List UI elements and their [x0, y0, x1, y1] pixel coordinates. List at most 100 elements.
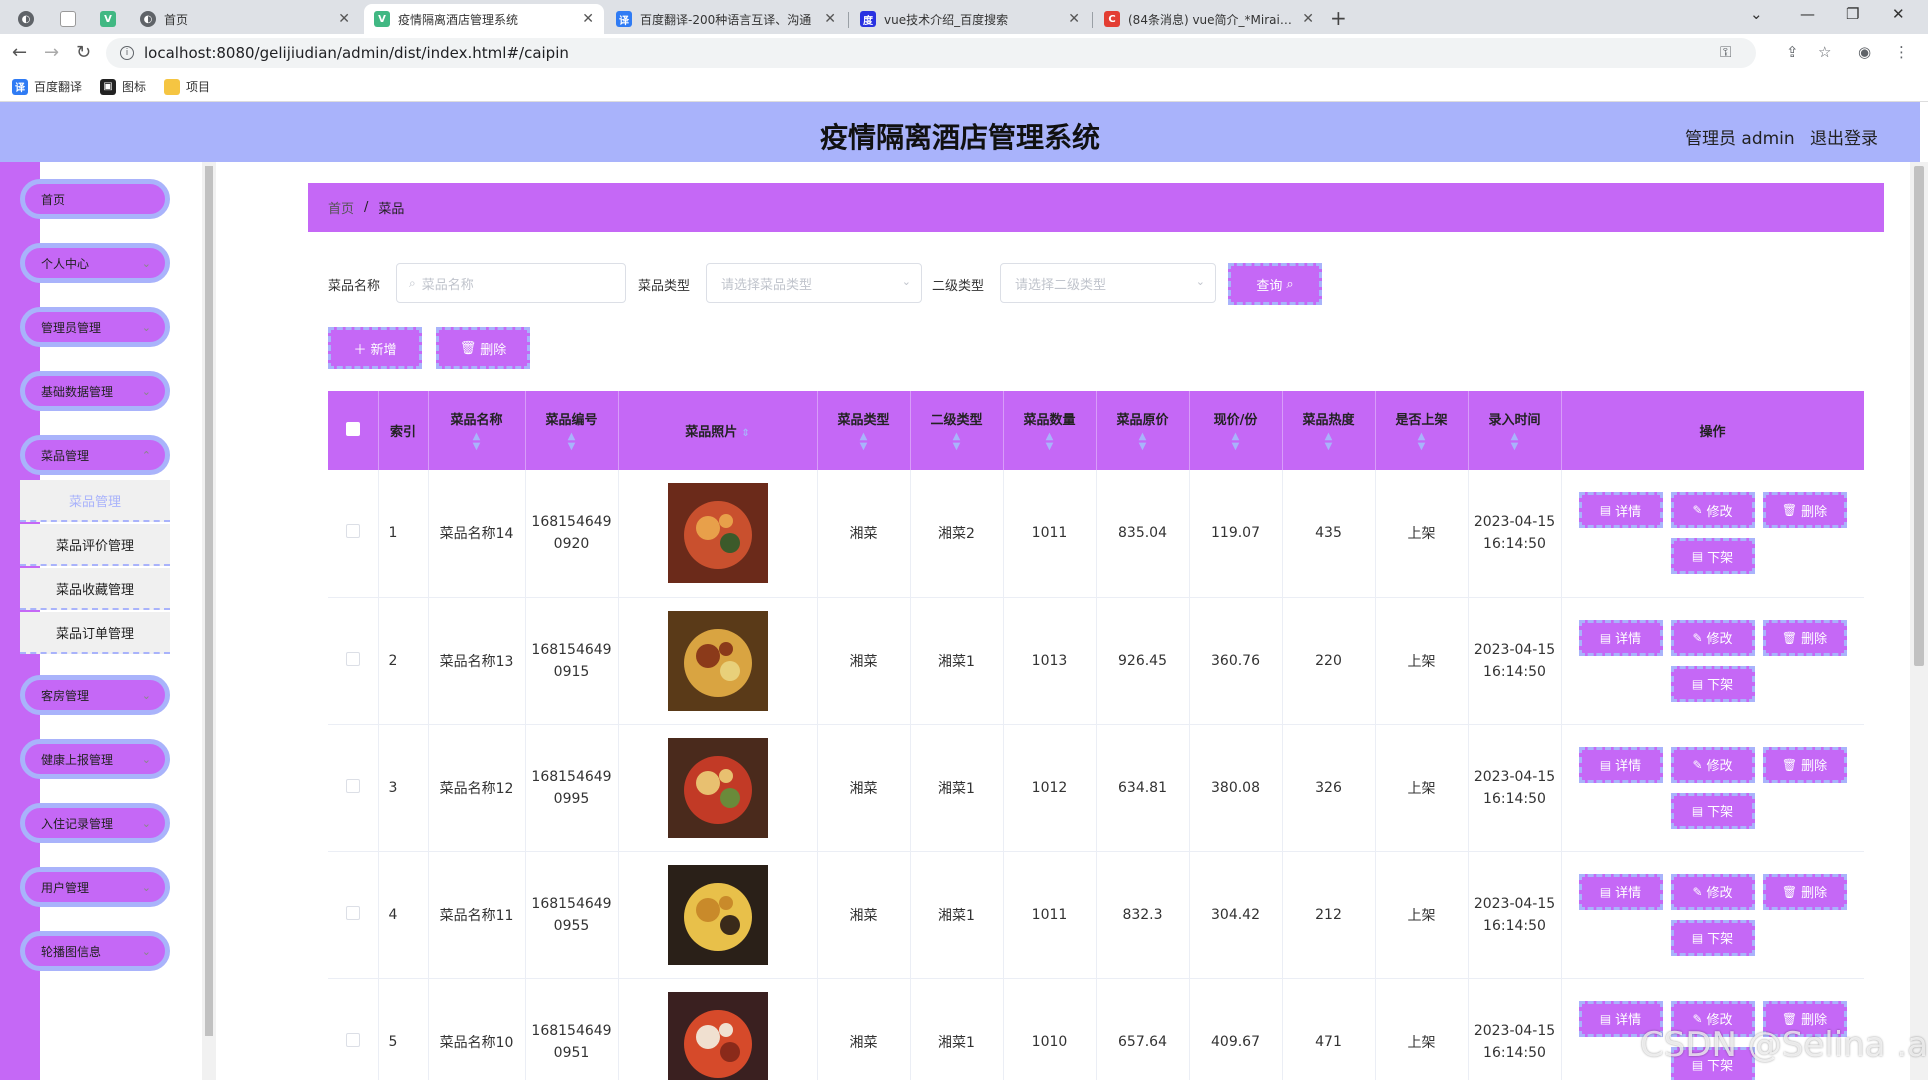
- forward-arrow-icon[interactable]: →: [44, 42, 59, 63]
- row-checkbox[interactable]: [345, 778, 360, 793]
- submenu-dish-review[interactable]: 菜品评价管理: [20, 524, 170, 566]
- sort-icon[interactable]: ▲ ▼: [1194, 432, 1278, 452]
- share-icon[interactable]: ⇪: [1786, 43, 1799, 61]
- sidebar-item-basic-data[interactable]: 基础数据管理 ⌄: [20, 371, 170, 411]
- sidebar-item-checkin[interactable]: 入住记录管理 ⌄: [20, 803, 170, 843]
- sidebar-item-home[interactable]: 首页: [20, 179, 170, 219]
- row-checkbox[interactable]: [345, 651, 360, 666]
- close-icon[interactable]: ✕: [582, 11, 594, 27]
- scrollbar-thumb[interactable]: [205, 166, 213, 1036]
- col-heat[interactable]: 菜品热度 ▲ ▼: [1282, 391, 1376, 470]
- col-subtype[interactable]: 二级类型 ▲ ▼: [910, 391, 1004, 470]
- col-type[interactable]: 菜品类型 ▲ ▼: [817, 391, 911, 470]
- col-price[interactable]: 现价/份 ▲ ▼: [1189, 391, 1283, 470]
- sort-icon[interactable]: ▲ ▼: [915, 432, 999, 452]
- restore-icon[interactable]: ❐: [1846, 5, 1859, 23]
- col-name[interactable]: 菜品名称 ▲ ▼: [428, 391, 526, 470]
- edit-button[interactable]: ✎ 修改: [1670, 492, 1755, 529]
- edit-button[interactable]: ✎ 修改: [1670, 619, 1755, 656]
- row-checkbox[interactable]: [345, 524, 360, 539]
- delete-button[interactable]: 🗑 删除: [1762, 619, 1847, 656]
- browser-tab-home[interactable]: ◐ 首页 ✕: [130, 4, 360, 34]
- dish-photo[interactable]: [667, 737, 768, 838]
- dish-photo[interactable]: [667, 483, 768, 584]
- col-shelf[interactable]: 是否上架 ▲ ▼: [1375, 391, 1469, 470]
- dish-photo[interactable]: [667, 864, 768, 965]
- row-select-cell[interactable]: [328, 978, 379, 1080]
- close-icon[interactable]: ✕: [1302, 11, 1314, 27]
- subtype-select[interactable]: 请选择二级类型 ⌄: [1000, 263, 1216, 303]
- col-qty[interactable]: 菜品数量 ▲ ▼: [1003, 391, 1097, 470]
- browser-tab-pinned[interactable]: ◐: [8, 4, 48, 34]
- info-icon[interactable]: i: [120, 46, 134, 60]
- dish-photo[interactable]: [667, 991, 768, 1080]
- edit-button[interactable]: ✎ 修改: [1670, 873, 1755, 910]
- offshelf-button[interactable]: ▤ 下架: [1670, 792, 1755, 829]
- star-icon[interactable]: ☆: [1818, 43, 1831, 61]
- bookmark-project[interactable]: 项目: [164, 78, 210, 95]
- sort-icon[interactable]: ▲ ▼: [1287, 432, 1371, 452]
- dish-name-input[interactable]: ⌕ 菜品名称: [396, 263, 626, 303]
- sort-icon[interactable]: ⇕: [741, 428, 749, 439]
- sidebar-item-carousel[interactable]: 轮播图信息 ⌄: [20, 931, 170, 971]
- submenu-dish-manage[interactable]: 菜品管理: [20, 480, 170, 522]
- bookmark-icons[interactable]: ▣ 图标: [100, 78, 146, 95]
- row-checkbox[interactable]: [345, 1032, 360, 1047]
- browser-tab-csdn[interactable]: C (84条消息) vue简介_*Miraitowa ✕: [1094, 4, 1324, 34]
- window-close-icon[interactable]: ✕: [1892, 5, 1905, 23]
- sort-icon[interactable]: ▲ ▼: [433, 432, 521, 452]
- detail-button[interactable]: ▤ 详情: [1578, 492, 1663, 529]
- query-button[interactable]: 查询 ⌕: [1228, 263, 1322, 305]
- dish-photo[interactable]: [667, 610, 768, 711]
- browser-tab-hotel-system[interactable]: V 疫情隔离酒店管理系统 ✕: [364, 4, 604, 34]
- row-select-cell[interactable]: [328, 851, 379, 979]
- sort-icon[interactable]: ▲ ▼: [530, 432, 614, 452]
- key-icon[interactable]: ⚿: [1720, 43, 1731, 61]
- tab-search-icon[interactable]: ⌄: [1750, 5, 1763, 23]
- delete-button[interactable]: 🗑 删除: [1762, 873, 1847, 910]
- sidebar-item-users[interactable]: 用户管理 ⌄: [20, 867, 170, 907]
- submenu-dish-favorite[interactable]: 菜品收藏管理: [20, 568, 170, 610]
- close-icon[interactable]: ✕: [1068, 11, 1080, 27]
- row-select-cell[interactable]: [328, 724, 379, 852]
- sidebar-scrollbar[interactable]: [202, 162, 216, 1080]
- edit-button[interactable]: ✎ 修改: [1670, 746, 1755, 783]
- detail-button[interactable]: ▤ 详情: [1578, 619, 1663, 656]
- back-arrow-icon[interactable]: ←: [12, 42, 27, 63]
- row-select-cell[interactable]: [328, 470, 379, 598]
- sidebar-item-profile[interactable]: 个人中心 ⌄: [20, 243, 170, 283]
- row-checkbox[interactable]: [345, 905, 360, 920]
- delete-button[interactable]: 🗑 删除: [1762, 746, 1847, 783]
- logout-link[interactable]: 退出登录: [1810, 124, 1878, 149]
- offshelf-button[interactable]: ▤ 下架: [1670, 919, 1755, 956]
- sidebar-item-dishes[interactable]: 菜品管理 ⌃: [20, 435, 170, 475]
- sidebar-item-health[interactable]: 健康上报管理 ⌄: [20, 739, 170, 779]
- sort-icon[interactable]: ▲ ▼: [822, 432, 906, 452]
- page-scrollbar[interactable]: [1910, 162, 1928, 1080]
- detail-button[interactable]: ▤ 详情: [1578, 873, 1663, 910]
- sidebar-item-rooms[interactable]: 客房管理 ⌄: [20, 675, 170, 715]
- sort-icon[interactable]: ▲ ▼: [1473, 432, 1557, 452]
- new-tab-icon[interactable]: +: [1330, 6, 1347, 30]
- sort-icon[interactable]: ▲ ▼: [1008, 432, 1092, 452]
- minimize-icon[interactable]: —: [1800, 5, 1815, 23]
- breadcrumb-home[interactable]: 首页: [328, 198, 354, 217]
- menu-kebab-icon[interactable]: ⋮: [1894, 43, 1909, 61]
- browser-tab-baidu-search[interactable]: 度 vue技术介绍_百度搜索 ✕: [850, 4, 1090, 34]
- delete-button[interactable]: 🗑 删除: [1762, 492, 1847, 529]
- sort-icon[interactable]: ▲ ▼: [1380, 432, 1464, 452]
- col-code[interactable]: 菜品编号 ▲ ▼: [525, 391, 619, 470]
- url-input[interactable]: i localhost:8080/gelijiudian/admin/dist/…: [106, 38, 1756, 68]
- col-orig-price[interactable]: 菜品原价 ▲ ▼: [1096, 391, 1190, 470]
- dish-type-select[interactable]: 请选择菜品类型 ⌄: [706, 263, 922, 303]
- browser-tab-baidu-translate[interactable]: 译 百度翻译-200种语言互译、沟通 ✕: [606, 4, 846, 34]
- submenu-dish-order[interactable]: 菜品订单管理: [20, 612, 170, 654]
- row-select-cell[interactable]: [328, 597, 379, 725]
- browser-tab-vue-pinned[interactable]: V: [90, 4, 126, 34]
- batch-delete-button[interactable]: 🗑 删除: [436, 327, 530, 369]
- col-photo[interactable]: 菜品照片 ⇕: [618, 391, 818, 470]
- scrollbar-thumb[interactable]: [1914, 166, 1924, 666]
- select-all-checkbox[interactable]: [345, 421, 360, 436]
- add-button[interactable]: ＋ 新增: [328, 327, 422, 369]
- offshelf-button[interactable]: ▤ 下架: [1670, 538, 1755, 575]
